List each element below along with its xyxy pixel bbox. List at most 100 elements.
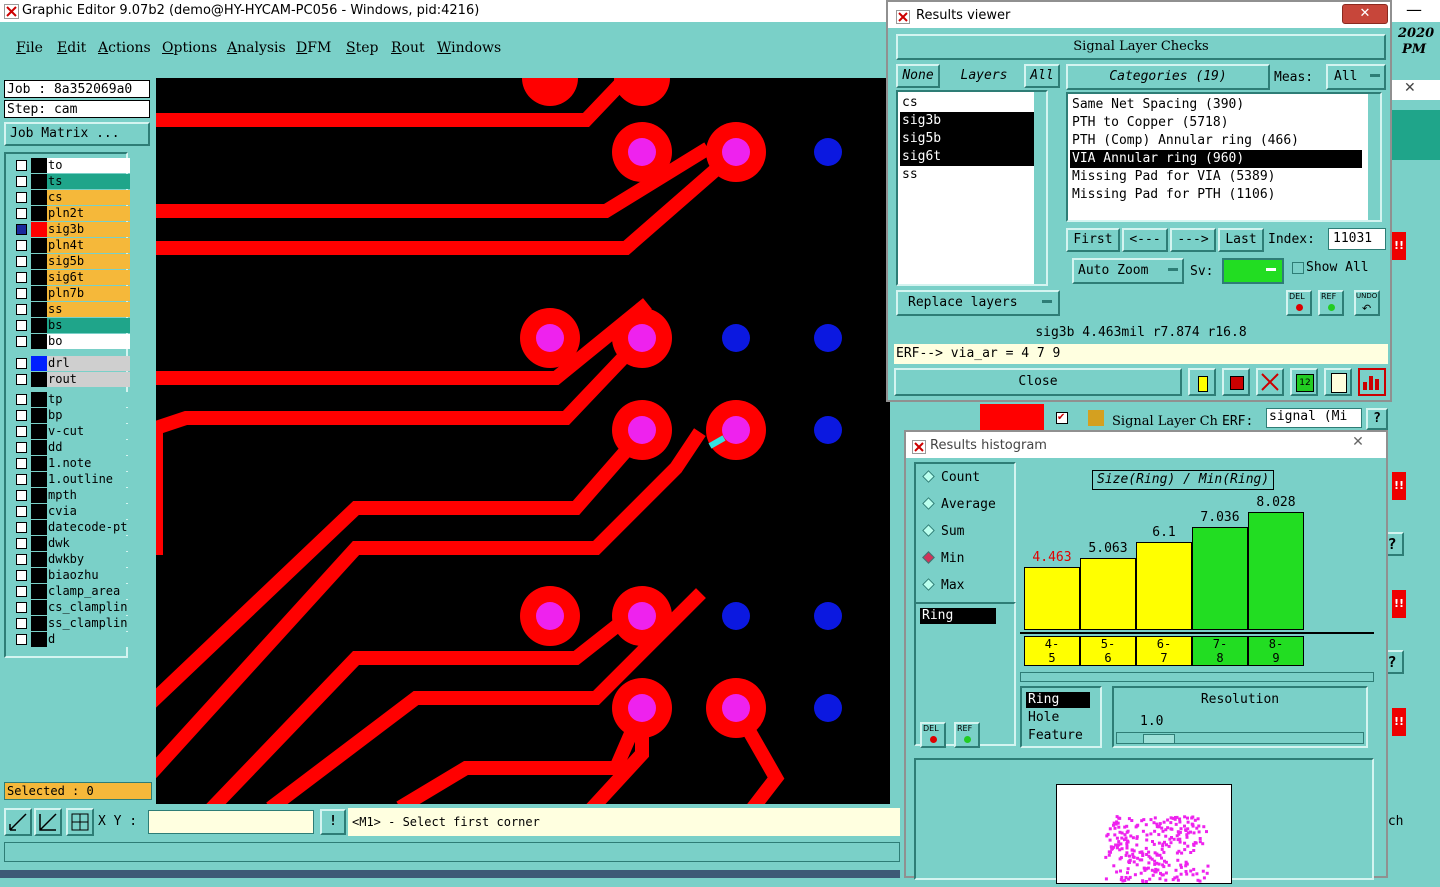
layer-row[interactable]: rout xyxy=(14,372,130,387)
layer-row[interactable]: biaozhu xyxy=(14,568,130,583)
last-button[interactable]: Last xyxy=(1218,228,1264,252)
layer-list-item[interactable]: sig5b xyxy=(900,130,1038,148)
layer-color-swatch[interactable] xyxy=(31,472,47,487)
layer-color-swatch[interactable] xyxy=(31,356,47,371)
layer-color-swatch[interactable] xyxy=(31,334,47,349)
bar-red-icon[interactable] xyxy=(1222,368,1250,396)
mode-radio-min[interactable]: Min xyxy=(922,551,964,566)
layer-checkbox[interactable] xyxy=(16,410,27,421)
layer-checkbox[interactable] xyxy=(16,240,27,251)
layer-checkbox[interactable] xyxy=(16,394,27,405)
category-list-item[interactable]: PTH (Comp) Annular ring (466) xyxy=(1070,132,1362,150)
meas-dropdown[interactable]: All xyxy=(1326,64,1386,90)
layer-list-item[interactable]: sig3b xyxy=(900,112,1038,130)
menu-windows[interactable]: Windows xyxy=(437,40,501,56)
sort-icon[interactable]: 12 xyxy=(1290,368,1318,396)
severity-dropdown[interactable] xyxy=(1222,258,1284,284)
layer-color-swatch[interactable] xyxy=(31,440,47,455)
layer-color-swatch[interactable] xyxy=(31,158,47,173)
layer-row[interactable]: dd xyxy=(14,440,130,455)
layer-checkbox[interactable] xyxy=(16,618,27,629)
category-list-item[interactable]: Missing Pad for PTH (1106) xyxy=(1070,186,1362,204)
layer-checkbox[interactable] xyxy=(16,272,27,283)
next-button[interactable]: ---> xyxy=(1170,228,1216,252)
layers-scrollbar[interactable] xyxy=(1034,92,1046,284)
job-matrix-button[interactable]: Job Matrix ... xyxy=(4,122,150,146)
prev-button[interactable]: <--- xyxy=(1122,228,1168,252)
layer-checkbox[interactable] xyxy=(16,288,27,299)
help-button[interactable]: ? xyxy=(1366,408,1388,430)
close-window-button[interactable]: ✕ xyxy=(1342,4,1388,24)
category-list-item[interactable]: Same Net Spacing (390) xyxy=(1070,96,1362,114)
layer-checkbox[interactable] xyxy=(16,256,27,267)
layer-color-swatch[interactable] xyxy=(31,584,47,599)
layer-color-swatch[interactable] xyxy=(31,424,47,439)
layer-list-item[interactable]: sig6t xyxy=(900,148,1038,166)
layer-checkbox[interactable] xyxy=(16,224,27,235)
category-list-item[interactable]: PTH to Copper (5718) xyxy=(1070,114,1362,132)
none-button[interactable]: None xyxy=(896,64,940,88)
slider-thumb[interactable] xyxy=(1143,734,1175,744)
layer-color-swatch[interactable] xyxy=(31,206,47,221)
layer-row[interactable]: ss_clamplin xyxy=(14,616,130,631)
minimize-icon[interactable]: — xyxy=(1406,0,1422,19)
show-all-checkbox[interactable] xyxy=(1292,262,1304,274)
layer-checkbox[interactable] xyxy=(16,506,27,517)
layer-checkbox[interactable] xyxy=(16,554,27,565)
layer-checkbox[interactable] xyxy=(16,458,27,469)
menu-actions[interactable]: Actions xyxy=(98,40,151,56)
grid-icon[interactable] xyxy=(66,808,94,836)
histogram-bar[interactable] xyxy=(1192,527,1248,630)
del-button[interactable]: DEL xyxy=(920,722,946,748)
layer-checkbox[interactable] xyxy=(16,374,27,385)
layer-color-swatch[interactable] xyxy=(31,408,47,423)
layer-checkbox[interactable] xyxy=(16,160,27,171)
mode-radio-max[interactable]: Max xyxy=(922,578,964,593)
layer-row[interactable]: mpth xyxy=(14,488,130,503)
first-button[interactable]: First xyxy=(1066,228,1120,252)
layer-row[interactable]: sig3b xyxy=(14,222,130,237)
categories-scrollbar[interactable] xyxy=(1368,94,1380,220)
mode-radio-average[interactable]: Average xyxy=(922,497,996,512)
layer-checkbox[interactable] xyxy=(16,336,27,347)
layer-checkbox[interactable] xyxy=(16,192,27,203)
layer-color-swatch[interactable] xyxy=(31,504,47,519)
layer-checkbox[interactable] xyxy=(16,586,27,597)
check-icon[interactable]: ✔ xyxy=(1056,412,1068,424)
menu-options[interactable]: Options xyxy=(162,40,217,56)
layer-checkbox[interactable] xyxy=(16,538,27,549)
layer-checkbox[interactable] xyxy=(16,602,27,613)
menu-step[interactable]: Step xyxy=(346,40,378,56)
menu-rout[interactable]: Rout xyxy=(391,40,425,56)
layer-row[interactable]: dwkby xyxy=(14,552,130,567)
histogram-bar[interactable] xyxy=(1080,558,1136,630)
layer-row[interactable]: v-cut xyxy=(14,424,130,439)
layer-color-swatch[interactable] xyxy=(31,270,47,285)
layer-row[interactable]: pln2t xyxy=(14,206,130,221)
metric-listbox[interactable]: Ring Hole Feature xyxy=(1020,686,1102,748)
layer-checkbox[interactable] xyxy=(16,474,27,485)
layer-color-swatch[interactable] xyxy=(31,568,47,583)
layer-checkbox[interactable] xyxy=(16,426,27,437)
pcb-canvas[interactable] xyxy=(156,78,890,804)
ref-button[interactable]: REF xyxy=(1318,290,1344,316)
histogram-bar[interactable] xyxy=(1248,512,1304,630)
layer-row[interactable]: bp xyxy=(14,408,130,423)
layer-checkbox[interactable] xyxy=(16,176,27,187)
layer-row[interactable]: tp xyxy=(14,392,130,407)
metric-option-ring[interactable]: Ring xyxy=(1026,692,1090,708)
layer-color-swatch[interactable] xyxy=(31,254,47,269)
layer-list-item[interactable]: ss xyxy=(900,166,1038,184)
layer-checkbox[interactable] xyxy=(16,358,27,369)
close-window-button[interactable]: ✕ xyxy=(1338,434,1378,452)
close-button[interactable]: Close xyxy=(894,368,1182,396)
layer-row[interactable]: cvia xyxy=(14,504,130,519)
xy-input[interactable] xyxy=(148,810,314,834)
layer-row[interactable]: bs xyxy=(14,318,130,333)
close-icon[interactable]: ✕ xyxy=(1404,80,1416,96)
replace-layers-dropdown[interactable]: Replace layers xyxy=(896,290,1060,316)
auto-zoom-dropdown[interactable]: Auto Zoom xyxy=(1072,258,1184,284)
histogram-bar[interactable] xyxy=(1024,567,1080,630)
layer-row[interactable]: sig5b xyxy=(14,254,130,269)
layer-row[interactable]: bo xyxy=(14,334,130,349)
